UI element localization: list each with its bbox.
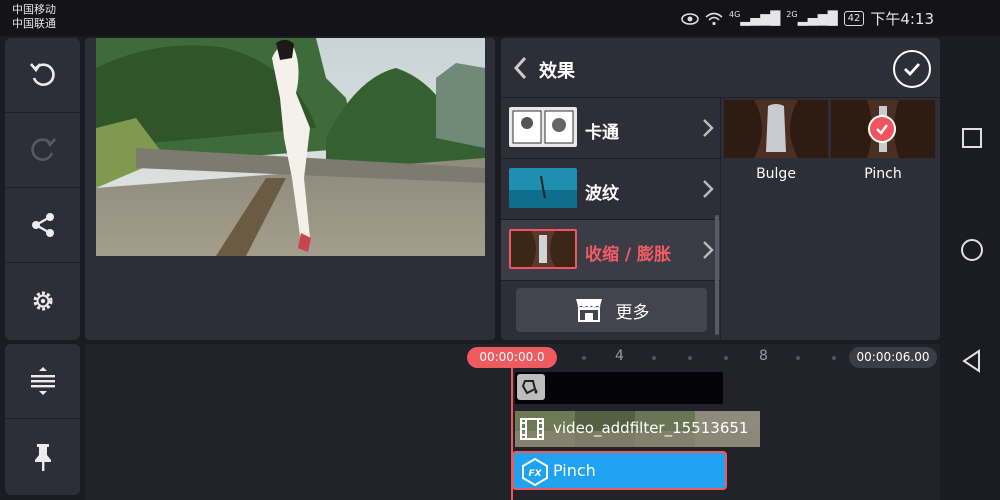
pin-icon: [34, 443, 51, 471]
effect-category-list: 卡通 波纹 收缩 / 膨胀 更多: [501, 98, 721, 340]
recent-apps-icon[interactable]: [960, 126, 984, 150]
status-icons: 4G▂▄▆█ 2G▂▄▆█ 42 下午4:13: [681, 8, 934, 29]
back-icon[interactable]: [511, 54, 531, 82]
pin-button[interactable]: [5, 419, 80, 494]
tick-dot: [724, 356, 728, 360]
category-label: 波纹: [585, 184, 619, 204]
category-thumbnail: [509, 107, 577, 147]
video-preview[interactable]: [96, 38, 485, 256]
tick-dot: [582, 356, 586, 360]
tick-dot: [832, 356, 836, 360]
chevron-right-icon: [703, 119, 714, 137]
fx-icon: FX: [522, 458, 548, 486]
current-time: 00:00:00.0: [467, 347, 557, 368]
kinemaster-editor: 中国移动 中国联通 4G▂▄▆█ 2G▂▄▆█ 42 下午4:13 效果 卡通 …: [0, 0, 1000, 500]
effects-panel: 效果 卡通 波纹 收缩 / 膨胀 更多 Bulge Pinch: [501, 38, 940, 340]
chevron-right-icon: [703, 241, 714, 259]
track-adjust-button[interactable]: [5, 344, 80, 419]
video-clip-name: video_addfilter_15513651: [553, 419, 749, 437]
effect-label: Pinch: [864, 166, 902, 182]
tick-label: 4: [615, 348, 624, 364]
undo-icon: [29, 63, 55, 86]
redo-icon: [30, 138, 56, 161]
status-bar: 中国移动 中国联通 4G▂▄▆█ 2G▂▄▆█ 42 下午4:13: [0, 0, 1000, 36]
category-scrollbar[interactable]: [715, 215, 719, 335]
signal-1: 4G▂▄▆█: [728, 10, 781, 27]
wifi-icon: [705, 12, 723, 25]
film-icon: [520, 418, 544, 440]
fill-track[interactable]: [515, 372, 723, 404]
signal-2: 2G▂▄▆█: [786, 10, 838, 27]
preview-frame-image: [96, 38, 485, 256]
settings-button[interactable]: [5, 263, 80, 338]
category-thumbnail: [509, 229, 577, 269]
undo-button[interactable]: [5, 38, 80, 113]
gear-icon: [33, 291, 52, 310]
category-label: 卡通: [585, 123, 619, 143]
android-nav-bar: [944, 36, 1000, 500]
tick-label: 8: [759, 348, 768, 364]
category-thumbnail: [509, 168, 577, 208]
back-nav-icon[interactable]: [960, 349, 984, 373]
eye-comfort-icon: [681, 12, 699, 25]
tick-dot: [796, 356, 800, 360]
check-icon: [904, 63, 921, 77]
more-button[interactable]: 更多: [516, 288, 707, 332]
tick-dot: [652, 356, 656, 360]
effect-thumbnail: [831, 100, 935, 158]
check-icon: [876, 124, 888, 135]
redo-button[interactable]: [5, 113, 80, 188]
effects-title: 效果: [539, 61, 575, 82]
more-label: 更多: [615, 302, 650, 323]
effect-bulge[interactable]: Bulge: [724, 100, 828, 182]
clock: 下午4:13: [870, 10, 934, 28]
category-pinch-bulge[interactable]: 收缩 / 膨胀: [501, 220, 720, 281]
share-button[interactable]: [5, 188, 80, 263]
battery-indicator: 42: [843, 11, 865, 26]
share-icon: [31, 213, 54, 237]
chevron-right-icon: [703, 180, 714, 198]
selected-badge: [868, 115, 896, 143]
category-label: 收缩 / 膨胀: [585, 245, 672, 265]
effects-header: 效果: [501, 38, 940, 98]
fx-track-clip[interactable]: FX Pinch: [512, 451, 727, 490]
store-icon: [575, 299, 602, 322]
left-toolbar: [5, 38, 80, 340]
done-button[interactable]: [893, 50, 931, 88]
home-icon[interactable]: [960, 238, 984, 262]
fx-clip-label: Pinch: [553, 461, 596, 480]
carrier-1: 中国移动: [12, 3, 56, 16]
paint-bucket-icon: [517, 374, 545, 400]
svg-text:FX: FX: [528, 469, 542, 479]
track-adjust-icon: [30, 367, 55, 395]
effect-thumbnail: [724, 100, 828, 158]
carrier-info: 中国移动 中国联通: [12, 3, 56, 31]
category-ripple[interactable]: 波纹: [501, 159, 720, 220]
effect-label: Bulge: [756, 166, 796, 182]
end-time: 00:00:06.00: [849, 347, 937, 368]
timeline-toolbar: [5, 344, 80, 495]
tick-dot: [688, 356, 692, 360]
carrier-2: 中国联通: [12, 17, 56, 30]
category-cartoon[interactable]: 卡通: [501, 98, 720, 159]
effect-pinch[interactable]: Pinch: [831, 100, 935, 182]
